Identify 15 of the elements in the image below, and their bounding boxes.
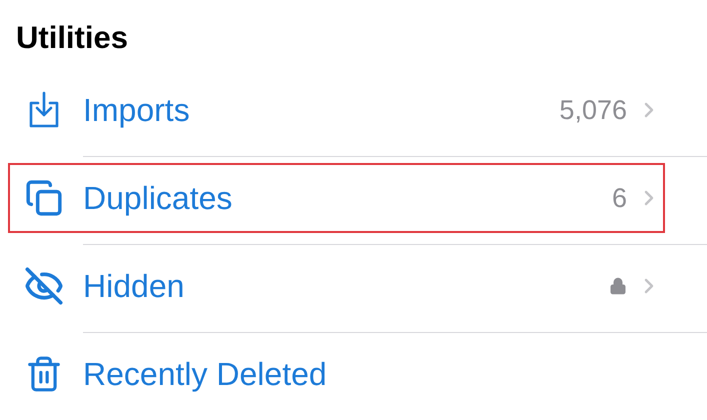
item-label: Imports (83, 91, 190, 130)
item-label: Recently Deleted (83, 355, 327, 394)
item-label: Hidden (83, 267, 184, 306)
list-item[interactable]: Imports 5,076 (8, 75, 665, 145)
item-count: 6 (612, 182, 627, 215)
item-count: 5,076 (559, 94, 627, 127)
tray-arrow-icon (27, 91, 61, 129)
list-item[interactable]: Hidden (8, 251, 665, 321)
eye-slash-icon (24, 266, 64, 306)
section-title: Utilities (16, 19, 129, 57)
item-label: Duplicates (83, 179, 232, 218)
list-item[interactable]: Duplicates 6 (8, 163, 665, 233)
duplicate-icon (25, 179, 63, 217)
trash-icon (25, 355, 63, 393)
list-item[interactable]: Recently Deleted (8, 339, 665, 409)
